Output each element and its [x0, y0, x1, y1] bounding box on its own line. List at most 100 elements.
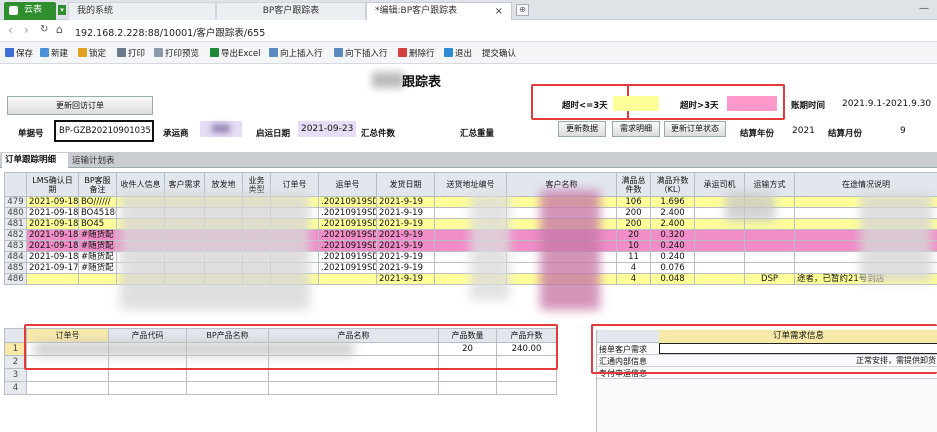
- table-cell[interactable]: [694, 273, 745, 285]
- list-item[interactable]: 4: [4, 381, 557, 395]
- forward-icon[interactable]: ›: [24, 23, 29, 37]
- tab-transport-plan[interactable]: 运输计划表: [72, 154, 115, 166]
- table-cell[interactable]: [496, 381, 557, 395]
- table-cell[interactable]: 0.240: [650, 240, 695, 252]
- column-header[interactable]: 满品总件数: [616, 172, 651, 197]
- table-cell[interactable]: DSP: [744, 273, 795, 285]
- table-cell[interactable]: [26, 273, 79, 285]
- table-cell[interactable]: #随货配: [78, 229, 117, 241]
- table-cell[interactable]: .20210919SD: [318, 262, 377, 274]
- table-cell[interactable]: BO//////: [78, 196, 117, 208]
- table-cell[interactable]: .20210919SD: [318, 229, 377, 241]
- exit-button[interactable]: 退出: [444, 47, 472, 59]
- insert-row-above-button[interactable]: 向上插入行: [269, 47, 323, 59]
- table-cell[interactable]: 2021-9-19: [376, 207, 435, 219]
- table-cell[interactable]: 200: [616, 207, 651, 219]
- url-text[interactable]: 192.168.2.228:88/10001/客户跟踪表/655: [75, 25, 265, 39]
- table-cell[interactable]: 10: [616, 240, 651, 252]
- table-cell[interactable]: [744, 262, 795, 274]
- table-cell[interactable]: 2021-9-19: [376, 218, 435, 230]
- table-cell[interactable]: 20: [616, 229, 651, 241]
- print-button[interactable]: 打印: [117, 47, 145, 59]
- demand-detail-button[interactable]: 需求明细: [612, 121, 660, 137]
- submit-confirm-button[interactable]: 提交确认: [482, 47, 516, 59]
- list-item[interactable]: 3: [4, 368, 557, 382]
- table-cell[interactable]: .20210919SD: [318, 240, 377, 252]
- table-cell[interactable]: 0.076: [650, 262, 695, 274]
- table-cell[interactable]: 2021-9-19: [376, 273, 435, 285]
- new-button[interactable]: 新建: [40, 47, 68, 59]
- table-cell[interactable]: [496, 368, 557, 382]
- table-cell[interactable]: [744, 251, 795, 263]
- table-cell[interactable]: 2021-9-19: [376, 196, 435, 208]
- table-cell[interactable]: [268, 381, 439, 395]
- table-cell[interactable]: [694, 251, 745, 263]
- table-cell[interactable]: [268, 368, 439, 382]
- table-cell[interactable]: 2021-9-19: [376, 229, 435, 241]
- table-cell[interactable]: #随货配: [78, 262, 117, 274]
- tab-bp-tracking[interactable]: BP客户跟踪表: [216, 2, 366, 20]
- minimize-icon[interactable]: —: [919, 3, 929, 14]
- table-cell[interactable]: .20210919SD: [318, 196, 377, 208]
- table-cell[interactable]: 0.320: [650, 229, 695, 241]
- table-cell[interactable]: 2.400: [650, 207, 695, 219]
- table-cell[interactable]: 2021-09-18: [26, 229, 79, 241]
- table-cell[interactable]: BO45: [78, 218, 117, 230]
- table-cell[interactable]: 2021-09-17: [26, 262, 79, 274]
- table-cell[interactable]: .20210919SD: [318, 207, 377, 219]
- table-cell[interactable]: [438, 368, 497, 382]
- table-cell[interactable]: 2021-9-19: [376, 262, 435, 274]
- table-cell[interactable]: #随货配: [78, 251, 117, 263]
- table-cell[interactable]: 2021-9-19: [376, 240, 435, 252]
- order-no-value[interactable]: BP-GZB20210901035: [54, 120, 154, 142]
- table-cell[interactable]: 1.696: [650, 196, 695, 208]
- refresh-orders-button[interactable]: 更新回访订单: [7, 96, 153, 115]
- brand-tab[interactable]: 云表: [4, 2, 56, 20]
- table-cell[interactable]: 2021-09-18: [26, 218, 79, 230]
- brand-menu-chevron-icon[interactable]: ▾: [58, 5, 66, 15]
- export-excel-button[interactable]: 导出Excel: [210, 47, 261, 59]
- table-cell[interactable]: 2021-09-18: [26, 240, 79, 252]
- table-cell[interactable]: 2021-9-19: [376, 251, 435, 263]
- start-date-value[interactable]: 2021-09-23: [298, 121, 356, 137]
- table-cell[interactable]: [694, 229, 745, 241]
- table-cell[interactable]: [318, 273, 377, 285]
- table-cell[interactable]: 2.400: [650, 218, 695, 230]
- insert-row-below-button[interactable]: 向下插入行: [334, 47, 388, 59]
- refresh-icon[interactable]: ↻: [40, 24, 48, 35]
- table-cell[interactable]: BO4518(: [78, 207, 117, 219]
- table-cell[interactable]: [186, 368, 269, 382]
- table-cell[interactable]: 106: [616, 196, 651, 208]
- column-header[interactable]: 发货日期: [376, 172, 435, 197]
- tab-edit-bp-tracking[interactable]: *编辑:BP客户跟踪表 ×: [366, 2, 512, 20]
- home-icon[interactable]: ⌂: [56, 23, 63, 36]
- tab-order-tracking[interactable]: 订单跟踪明细: [2, 153, 68, 168]
- column-header[interactable]: BP客服备注: [78, 172, 117, 197]
- table-cell[interactable]: 0.048: [650, 273, 695, 285]
- table-cell[interactable]: 2021-09-18: [26, 207, 79, 219]
- table-cell[interactable]: 11: [616, 251, 651, 263]
- table-cell[interactable]: #随货配: [78, 240, 117, 252]
- table-cell[interactable]: .20210919SD: [318, 218, 377, 230]
- table-cell[interactable]: [744, 229, 795, 241]
- table-cell[interactable]: [186, 381, 269, 395]
- update-data-button[interactable]: 更新数据: [558, 121, 606, 137]
- table-cell[interactable]: 2021-09-18: [26, 196, 79, 208]
- table-cell[interactable]: [438, 381, 497, 395]
- table-cell[interactable]: [108, 381, 187, 395]
- print-preview-button[interactable]: 打印预览: [154, 47, 199, 59]
- table-cell[interactable]: 4: [616, 273, 651, 285]
- table-cell[interactable]: [694, 262, 745, 274]
- new-tab-icon[interactable]: ⊕: [516, 4, 529, 16]
- table-cell[interactable]: 2021-09-18: [26, 251, 79, 263]
- update-order-status-button[interactable]: 更新订单状态: [664, 121, 726, 137]
- table-cell[interactable]: 4: [616, 262, 651, 274]
- table-cell[interactable]: [78, 273, 117, 285]
- back-icon[interactable]: ‹: [8, 23, 13, 37]
- tab-my-system[interactable]: 我的系统: [68, 2, 216, 20]
- table-cell[interactable]: 200: [616, 218, 651, 230]
- save-button[interactable]: 保存: [5, 47, 33, 59]
- table-cell[interactable]: [108, 368, 187, 382]
- table-cell[interactable]: 0.240: [650, 251, 695, 263]
- column-header[interactable]: 运单号: [318, 172, 377, 197]
